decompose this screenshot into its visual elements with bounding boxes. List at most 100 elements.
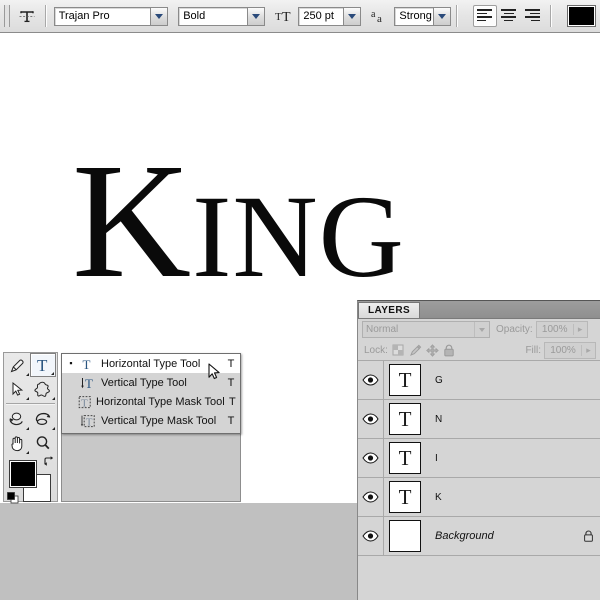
table-row[interactable]: T I (358, 439, 600, 478)
chevron-down-icon[interactable] (247, 8, 264, 25)
canvas-text-remaining-letters: ING (192, 171, 405, 302)
svg-text:a: a (371, 9, 376, 20)
svg-text:T: T (282, 10, 291, 24)
blend-mode-select[interactable]: Normal (362, 321, 490, 338)
hand-tool-button[interactable] (4, 431, 30, 455)
anti-aliasing-select[interactable]: Strong (394, 7, 451, 26)
opacity-label: Opacity: (496, 324, 533, 335)
custom-shape-tool-button[interactable] (30, 377, 56, 401)
layer-visibility-eye-icon[interactable] (358, 517, 384, 555)
align-left-icon (477, 9, 492, 23)
fill-label: Fill: (525, 345, 541, 356)
svg-text:T: T (83, 357, 91, 371)
lock-position-icon[interactable] (425, 343, 440, 357)
opacity-slider-arrow-icon[interactable]: ▸ (573, 324, 587, 335)
layer-name[interactable]: N (421, 414, 576, 425)
type-tool-flyout-menu[interactable]: ▪ T Horizontal Type Tool T T Vertical Ty… (61, 353, 241, 434)
layer-visibility-eye-icon[interactable] (358, 478, 384, 516)
chevron-down-icon[interactable] (433, 8, 450, 25)
layer-thumbnail[interactable] (389, 520, 421, 552)
options-bar-separator-2 (456, 5, 458, 27)
menu-item-label: Vertical Type Mask Tool (99, 415, 222, 427)
canvas-text-first-letter: K (72, 129, 192, 312)
layer-thumbnail[interactable]: T (389, 364, 421, 396)
zoom-tool-button[interactable] (30, 431, 56, 455)
table-row[interactable]: T K (358, 478, 600, 517)
type-tool-more-icon (51, 372, 54, 375)
horizontal-type-icon: T (77, 357, 99, 371)
pen-tool-button[interactable] (4, 353, 30, 377)
menu-item-horizontal-type-mask-tool[interactable]: T Horizontal Type Mask Tool T (62, 392, 240, 411)
layer-name[interactable]: Background (421, 530, 576, 542)
layers-panel-tabstrip: LAYERS (358, 301, 600, 319)
fill-slider-arrow-icon[interactable]: ▸ (581, 345, 595, 356)
font-size-value: 250 pt (299, 8, 343, 25)
horizontal-type-mask-icon: T (75, 395, 94, 409)
horizontal-type-tool-button[interactable]: T (30, 353, 56, 377)
table-row[interactable]: T N (358, 400, 600, 439)
align-center-icon (501, 9, 516, 23)
menu-item-vertical-type-mask-tool[interactable]: T Vertical Type Mask Tool T (62, 411, 240, 430)
options-bar-grip[interactable] (4, 5, 10, 27)
toolbox-flyout-tray (61, 434, 241, 502)
svg-text:T: T (37, 356, 48, 374)
anti-aliasing-value: Strong (395, 8, 433, 25)
color-swatches (9, 460, 53, 500)
font-family-select[interactable]: Trajan Pro (54, 7, 168, 26)
menu-item-label: Vertical Type Tool (99, 377, 222, 389)
path-selection-more-icon (26, 397, 29, 400)
3d-orbit-tool-button[interactable] (30, 407, 56, 431)
font-family-value: Trajan Pro (55, 8, 150, 25)
table-row[interactable]: Background (358, 517, 600, 556)
layers-list: T G T N (358, 361, 600, 556)
layer-visibility-eye-icon[interactable] (358, 439, 384, 477)
custom-shape-more-icon (52, 397, 55, 400)
layer-thumbnail[interactable]: T (389, 481, 421, 513)
chevron-down-icon[interactable] (474, 322, 489, 337)
menu-item-shortcut: T (222, 358, 240, 370)
chevron-down-icon[interactable] (150, 8, 167, 25)
options-bar-separator-1 (45, 5, 47, 27)
align-right-button[interactable] (521, 5, 545, 27)
swap-colors-icon[interactable] (43, 455, 55, 467)
3d-rotate-tool-button[interactable] (4, 407, 30, 431)
canvas-text-king[interactable]: KING (72, 138, 405, 303)
anti-aliasing-icon: a a (371, 8, 389, 24)
layers-lock-row: Lock: (358, 340, 600, 361)
toolbox: T (3, 352, 58, 502)
layer-visibility-eye-icon[interactable] (358, 400, 384, 438)
table-row[interactable]: T G (358, 361, 600, 400)
chevron-down-icon[interactable] (343, 8, 360, 25)
layer-visibility-eye-icon[interactable] (358, 361, 384, 399)
text-color-swatch[interactable] (567, 5, 596, 27)
layer-name[interactable]: I (421, 453, 576, 464)
menu-item-shortcut: T (225, 396, 240, 408)
tab-layers[interactable]: LAYERS (358, 302, 420, 318)
layer-thumbnail[interactable]: T (389, 442, 421, 474)
layer-name[interactable]: K (421, 492, 576, 503)
lock-transparent-pixels-icon[interactable] (391, 343, 406, 357)
horizontal-type-tool-icon[interactable] (17, 4, 38, 28)
lock-image-pixels-icon[interactable] (408, 343, 423, 357)
3d-orbit-more-icon (52, 427, 55, 430)
svg-text:a: a (377, 13, 382, 24)
toolbox-divider (6, 403, 55, 405)
font-style-select[interactable]: Bold (178, 7, 265, 26)
options-bar: Trajan Pro Bold T T 250 pt a a (0, 0, 600, 33)
layer-name[interactable]: G (421, 375, 576, 386)
layer-thumbnail[interactable]: T (389, 403, 421, 435)
align-left-button[interactable] (473, 5, 497, 27)
3d-rotate-more-icon (26, 427, 29, 430)
opacity-input[interactable]: 100% ▸ (536, 321, 588, 338)
svg-text:T: T (85, 376, 93, 390)
align-center-button[interactable] (497, 5, 521, 27)
selected-bullet-icon: ▪ (65, 359, 77, 368)
path-selection-tool-button[interactable] (4, 377, 30, 401)
vertical-type-mask-icon: T (77, 414, 99, 428)
font-size-select[interactable]: 250 pt (298, 7, 361, 26)
tab-layers-label: LAYERS (368, 305, 410, 316)
fill-input[interactable]: 100% ▸ (544, 342, 596, 359)
default-colors-icon[interactable] (7, 492, 19, 504)
foreground-color-swatch[interactable] (9, 460, 37, 488)
lock-all-icon[interactable] (442, 343, 457, 357)
